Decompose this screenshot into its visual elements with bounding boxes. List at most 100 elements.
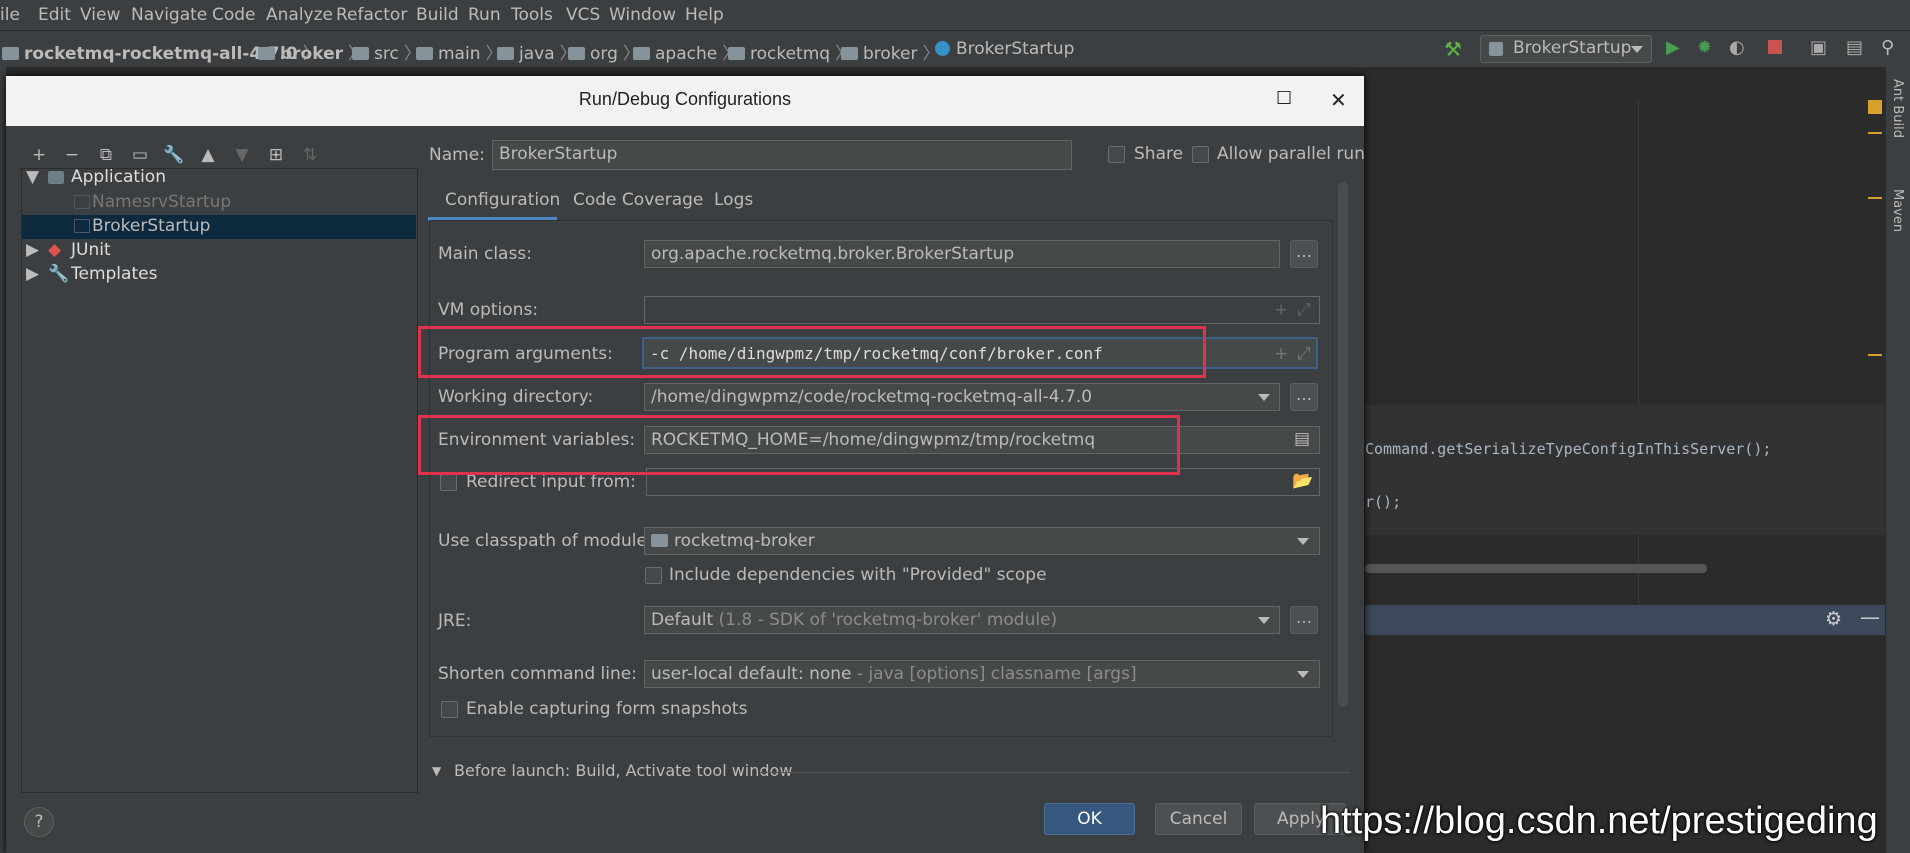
edit-env-icon[interactable]: ▤ [1294,429,1310,449]
ok-button[interactable]: OK [1044,803,1135,835]
wrench-icon[interactable]: 🔧 [163,145,185,167]
breadcrumb-org[interactable]: org 〉 [568,39,640,64]
stop-icon[interactable] [1768,40,1782,54]
add-icon[interactable]: + [1274,344,1288,364]
debug-icon[interactable]: ✹ [1697,37,1719,59]
allow-parallel-checkbox[interactable] [1192,146,1209,163]
main-class-input[interactable]: org.apache.rocketmq.broker.BrokerStartup [644,240,1280,268]
expand-arrow-icon[interactable]: ▶ [26,264,39,284]
menu-refactor[interactable]: Refactor [336,5,407,25]
tree-item-templates[interactable]: Templates [71,264,157,284]
menu-build[interactable]: Build [416,5,459,25]
menu-file[interactable]: ile [0,5,20,25]
cancel-button[interactable]: Cancel [1155,803,1242,835]
dialog-title: Run/Debug Configurations [578,89,792,109]
collapse-arrow-icon[interactable]: ▼ [432,764,441,778]
error-stripe [1868,197,1882,199]
menu-view[interactable]: View [80,5,120,25]
ant-build-tab[interactable]: Ant Build [1890,79,1905,138]
expand-icon[interactable]: ⤢ [1297,300,1311,320]
expand-arrow-icon[interactable]: ▶ [26,240,39,260]
menu-code[interactable]: Code [212,5,256,25]
vm-options-input[interactable] [644,296,1320,324]
working-dir-input[interactable]: /home/dingwpmz/code/rocketmq-rocketmq-al… [644,383,1280,411]
copy-icon[interactable]: ⧉ [95,145,117,167]
expand-icon[interactable]: ⤢ [1297,344,1311,364]
chevron-down-icon[interactable] [1258,617,1270,624]
classpath-label: Use classpath of module: [438,531,653,551]
coverage-icon[interactable]: ◐ [1729,37,1751,59]
breadcrumb-src[interactable]: src 〉 [352,39,421,64]
breadcrumb-class[interactable]: BrokerStartup [935,39,1074,59]
sort-icon[interactable]: ⇅ [299,145,321,167]
before-launch-section[interactable]: Before launch: Build, Activate tool wind… [454,761,792,780]
move-up-icon[interactable]: ▲ [197,145,219,167]
code-editor: Command.getSerializeTypeConfigInThisServ… [1365,100,1910,605]
project-structure-icon[interactable]: ▣ [1810,37,1832,59]
share-checkbox[interactable] [1108,146,1125,163]
menu-analyze[interactable]: Analyze [266,5,333,25]
jre-select[interactable]: Default (1.8 - SDK of 'rocketmq-broker' … [644,606,1280,634]
maximize-icon[interactable]: ☐ [1276,88,1292,109]
share-label: Share [1134,144,1184,164]
build-hammer-icon[interactable]: ⚒ [1444,37,1466,61]
minimize-icon[interactable]: — [1860,605,1880,629]
folder-open-icon[interactable]: 📂 [1292,471,1313,491]
redirect-checkbox[interactable] [440,474,457,491]
application-icon [74,219,90,233]
menu-window[interactable]: Window [609,5,676,25]
snapshots-checkbox[interactable] [441,701,458,718]
expand-arrow-icon[interactable]: ▼ [26,167,39,187]
save-icon[interactable]: ▭ [129,145,151,167]
menu-vcs[interactable]: VCS [566,5,600,25]
run-icon[interactable]: ▶ [1666,37,1688,59]
tab-logs[interactable]: Logs [714,190,753,210]
help-button[interactable]: ? [24,807,54,837]
remove-icon[interactable]: − [61,145,83,167]
breadcrumb-main[interactable]: main 〉 [416,39,502,64]
add-icon[interactable]: + [1274,300,1288,320]
shorten-select[interactable]: user-local default: none - java [options… [644,660,1320,688]
tab-code-coverage[interactable]: Code Coverage [573,190,703,210]
sdk-icon[interactable]: ▤ [1846,37,1868,59]
breadcrumb-java[interactable]: java〉 [497,39,577,64]
tree-item-application[interactable]: Application [71,167,166,187]
run-config-selector[interactable]: BrokerStartup [1480,35,1652,63]
chevron-down-icon[interactable] [1258,394,1270,401]
menu-edit[interactable]: Edit [38,5,71,25]
tab-configuration[interactable]: Configuration [445,190,560,210]
folder-icon [728,47,745,60]
module-select[interactable]: rocketmq-broker [644,527,1320,555]
horizontal-scrollbar[interactable] [1365,564,1707,573]
menu-tools[interactable]: Tools [511,5,553,25]
menu-run[interactable]: Run [468,5,501,25]
add-icon[interactable]: + [28,145,50,167]
new-folder-icon[interactable]: ⊞ [265,145,287,167]
tree-item-broker[interactable]: BrokerStartup [92,216,210,236]
maven-tab[interactable]: Maven [1890,189,1905,232]
folder-icon [258,47,275,60]
search-icon[interactable]: ⚲ [1881,37,1903,59]
include-provided-checkbox[interactable] [645,567,662,584]
shorten-label: Shorten command line: [438,664,637,684]
shorten-detail: - java [options] classname [args] [851,664,1137,684]
breadcrumb-broker-pkg[interactable]: broker 〉 [841,39,940,64]
breadcrumb-rocketmq[interactable]: rocketmq〉 [728,39,852,64]
breadcrumb-broker[interactable]: broker〉 [258,39,365,64]
allow-parallel-label: Allow parallel run [1217,144,1365,164]
breadcrumb-apache[interactable]: apache〉 [633,39,739,64]
browse-button[interactable]: … [1290,383,1318,411]
tree-item-junit[interactable]: JUnit [71,240,111,260]
close-icon[interactable]: ✕ [1330,88,1347,112]
move-down-icon[interactable]: ▼ [231,145,253,167]
tree-item-namesrv[interactable]: NamesrvStartup [92,192,231,212]
gear-icon[interactable]: ⚙ [1825,608,1842,630]
vertical-scrollbar[interactable] [1338,182,1348,707]
module-value: rocketmq-broker [674,531,815,551]
browse-button[interactable]: … [1290,240,1318,268]
menu-help[interactable]: Help [685,5,724,25]
include-provided-label: Include dependencies with "Provided" sco… [669,565,1047,585]
browse-button[interactable]: … [1290,606,1318,634]
menu-navigate[interactable]: Navigate [131,5,207,25]
name-input[interactable]: BrokerStartup [492,140,1072,170]
